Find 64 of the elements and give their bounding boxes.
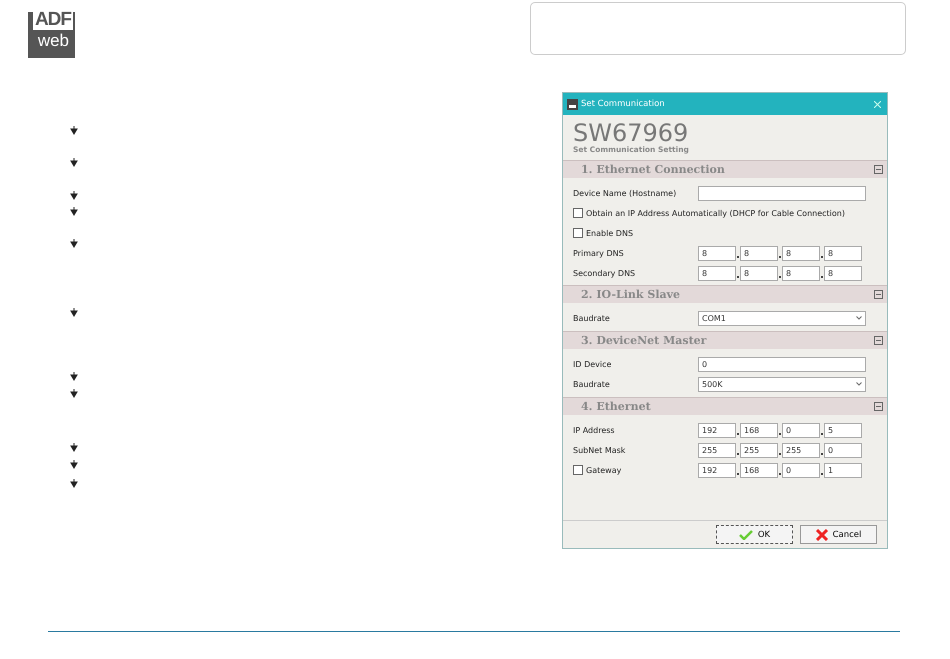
text-field[interactable] (698, 186, 866, 200)
arrow-bullet-icon (70, 460, 78, 469)
ip-octet-field[interactable]: 192 (698, 422, 736, 438)
chevron-down-icon (856, 382, 862, 386)
ip-octet-field[interactable]: 8 (824, 246, 862, 260)
arrow-bullet-icon (70, 158, 78, 167)
cross-icon (816, 528, 828, 540)
field-label: Secondary DNS (573, 268, 636, 278)
ip-octet-field[interactable]: 8 (740, 246, 778, 260)
ip-octet-field[interactable]: 0 (782, 462, 820, 478)
ip-octet-field[interactable]: 1 (824, 462, 862, 478)
checkbox[interactable] (573, 208, 583, 218)
ip-octet-field[interactable]: 255 (698, 442, 736, 458)
field-label: ID Device (573, 360, 612, 368)
checkbox-label: Enable DNS (586, 228, 634, 238)
field-label: Baudrate (573, 380, 611, 388)
field-label: Baudrate (573, 314, 611, 322)
field-label: SubNet Mask (573, 446, 626, 454)
close-icon[interactable] (874, 100, 881, 108)
field-label: Primary DNS (573, 248, 625, 258)
arrow-bullet-icon (70, 191, 78, 200)
arrow-bullet-icon (70, 479, 78, 488)
window-title: Set Communication (581, 99, 666, 109)
app-icon (567, 98, 578, 110)
chevron-down-icon (856, 316, 862, 320)
ip-octet-field[interactable]: 5 (824, 422, 862, 438)
ip-octet-field[interactable]: 0 (782, 422, 820, 438)
arrow-bullet-icon (70, 239, 78, 248)
ip-octet-field[interactable]: 192 (698, 462, 736, 478)
ip-octet-field[interactable]: 255 (782, 442, 820, 458)
ip-octet-field[interactable]: 8 (740, 266, 778, 280)
collapse-icon[interactable] (874, 402, 883, 411)
field-label: IP Address (573, 426, 616, 434)
collapse-icon[interactable] (874, 165, 883, 174)
checkbox-label: Obtain an IP Address Automatically (DHCP for Cable Connection) (586, 208, 845, 218)
ip-octet-field[interactable]: 8 (782, 246, 820, 260)
checkbox[interactable] (573, 228, 583, 238)
arrow-bullet-icon (70, 443, 78, 452)
ip-octet-field[interactable]: 168 (740, 422, 778, 438)
checkbox-label: Gateway (586, 466, 622, 474)
field-label: Device Name (Hostname) (573, 188, 678, 198)
ip-octet-field[interactable]: 168 (740, 462, 778, 478)
ip-octet-field[interactable]: 255 (740, 442, 778, 458)
text-field[interactable]: 0 (698, 356, 866, 372)
ok-button[interactable]: OK (716, 525, 793, 544)
ip-octet-field[interactable]: 8 (782, 266, 820, 280)
checkbox[interactable] (573, 465, 583, 475)
arrow-bullet-icon (70, 389, 78, 398)
checkmark-icon (738, 530, 753, 540)
collapse-icon[interactable] (874, 290, 883, 299)
ip-octet-field[interactable]: 8 (698, 266, 736, 280)
arrow-bullet-icon (70, 207, 78, 216)
dropdown[interactable]: 500K (698, 376, 866, 392)
collapse-icon[interactable] (874, 336, 883, 345)
dropdown[interactable]: COM1 (698, 310, 866, 326)
device-heading: SW67969 (573, 121, 690, 145)
arrow-bullet-icon (70, 372, 78, 381)
ip-octet-field[interactable]: 8 (698, 246, 736, 260)
cancel-button[interactable]: Cancel (800, 525, 877, 544)
arrow-bullet-icon (70, 308, 78, 317)
ip-octet-field[interactable]: 0 (824, 442, 862, 458)
arrow-bullet-icon (70, 126, 78, 135)
logo: ADF web (28, 12, 75, 58)
ip-octet-field[interactable]: 8 (824, 266, 862, 280)
